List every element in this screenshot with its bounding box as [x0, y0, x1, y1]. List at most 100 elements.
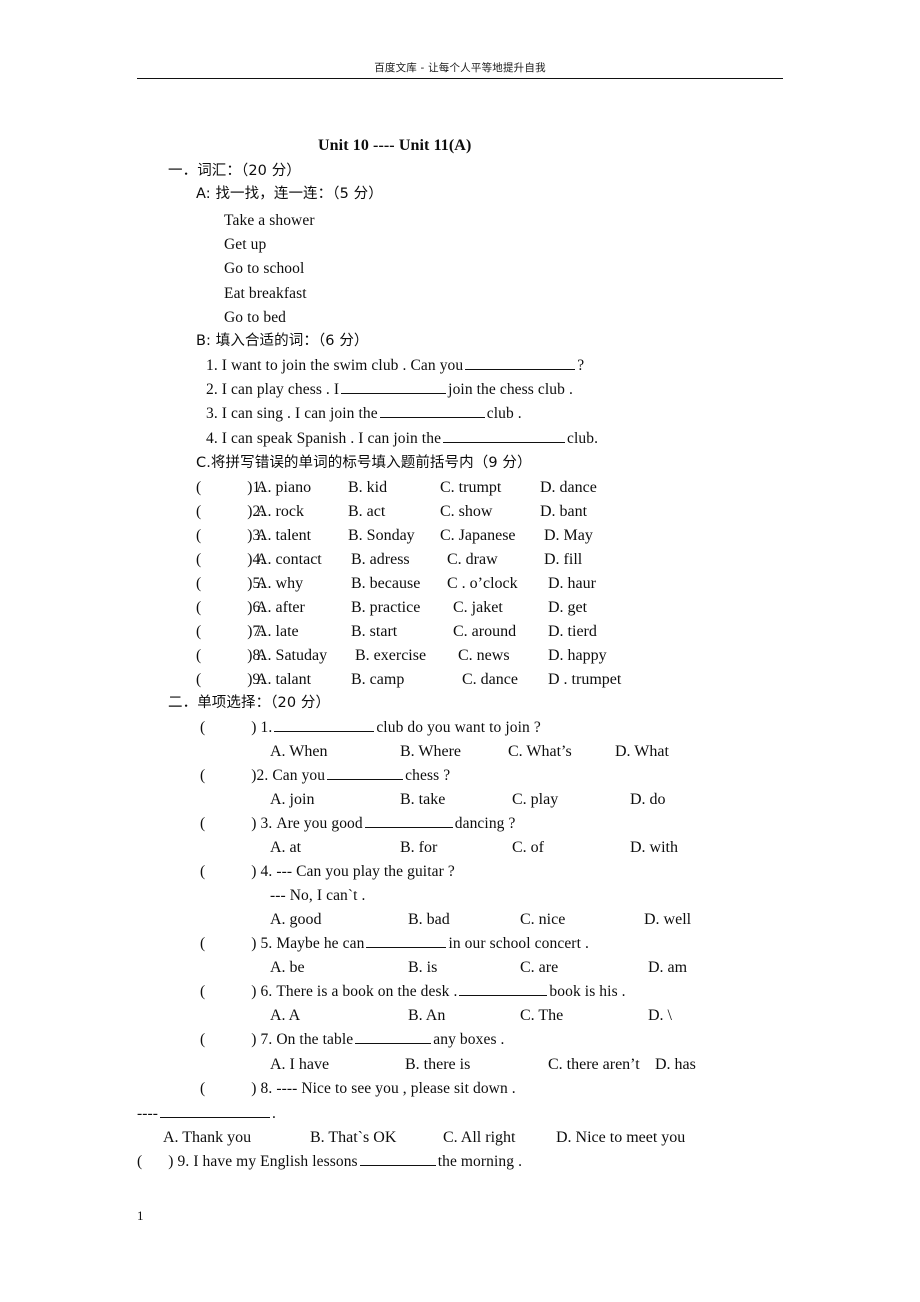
option-c[interactable]: C. The [520, 1007, 563, 1025]
option-a[interactable]: A. after [256, 599, 305, 617]
option-a[interactable]: A. A [270, 1007, 300, 1025]
answer-parenthesis[interactable]: ( [196, 623, 247, 640]
option-c[interactable]: C. news [458, 647, 510, 665]
option-c[interactable]: C. All right [443, 1129, 515, 1147]
answer-blank[interactable] [459, 983, 548, 996]
option-c[interactable]: C. What’s [508, 743, 572, 761]
answer-parenthesis[interactable]: ( [200, 1031, 251, 1048]
option-a[interactable]: A. piano [256, 479, 311, 497]
option-b[interactable]: B. for [400, 839, 437, 857]
option-b[interactable]: B. practice [351, 599, 420, 617]
option-a[interactable]: A. be [270, 959, 305, 977]
option-d[interactable]: D . trumpet [548, 671, 621, 689]
option-b[interactable]: B. Where [400, 743, 461, 761]
option-d[interactable]: D. haur [548, 575, 596, 593]
option-d[interactable]: D. What [615, 743, 669, 761]
option-d[interactable]: D. am [648, 959, 687, 977]
option-c[interactable]: C. show [440, 503, 492, 521]
answer-parenthesis[interactable]: ( [200, 935, 251, 952]
option-a[interactable]: A. Thank you [163, 1129, 251, 1147]
question-text-tail: club. [567, 430, 599, 447]
answer-parenthesis[interactable]: ( [196, 479, 247, 496]
answer-parenthesis[interactable]: ( [196, 599, 247, 616]
fill-blank-question: 2. I can play chess . I join the chess cl… [206, 381, 573, 398]
answer-blank[interactable] [443, 430, 566, 443]
option-c[interactable]: C. play [512, 791, 558, 809]
option-d[interactable]: D. dance [540, 479, 597, 497]
answer-blank[interactable] [465, 357, 576, 370]
option-d[interactable]: D. tierd [548, 623, 597, 641]
option-b[interactable]: B. take [400, 791, 445, 809]
option-d[interactable]: D. get [548, 599, 587, 617]
answer-blank[interactable] [379, 405, 485, 418]
option-d[interactable]: D. May [544, 527, 593, 545]
answer-parenthesis[interactable]: ( [137, 1153, 168, 1170]
option-c[interactable]: C. around [453, 623, 516, 641]
answer-blank[interactable] [274, 719, 375, 732]
option-c[interactable]: C. dance [462, 671, 518, 689]
answer-blank[interactable] [327, 767, 404, 780]
option-b[interactable]: B. because [351, 575, 420, 593]
option-d[interactable]: D. happy [548, 647, 607, 665]
option-a[interactable]: A. rock [256, 503, 304, 521]
option-c[interactable]: C. nice [520, 911, 565, 929]
option-d[interactable]: D. Nice to meet you [556, 1129, 685, 1147]
option-c[interactable]: C . o’clock [447, 575, 518, 593]
option-d[interactable]: D. has [655, 1056, 696, 1074]
option-c[interactable]: C. of [512, 839, 544, 857]
option-c[interactable]: C. there aren’t [548, 1056, 640, 1074]
option-d[interactable]: D. bant [540, 503, 587, 521]
answer-blank[interactable] [366, 935, 447, 948]
option-b[interactable]: B. An [408, 1007, 445, 1025]
option-c[interactable]: C. are [520, 959, 558, 977]
option-d[interactable]: D. do [630, 791, 666, 809]
answer-parenthesis[interactable]: ( [196, 647, 247, 664]
option-a[interactable]: A. I have [270, 1056, 329, 1074]
answer-blank[interactable] [359, 1153, 436, 1166]
answer-parenthesis[interactable]: ( [196, 551, 247, 568]
option-b[interactable]: B. exercise [355, 647, 426, 665]
option-b[interactable]: B. act [348, 503, 385, 521]
option-b[interactable]: B. there is [405, 1056, 470, 1074]
option-a[interactable]: A. contact [256, 551, 322, 569]
option-c[interactable]: C. jaket [453, 599, 503, 617]
answer-parenthesis[interactable]: ( [200, 863, 251, 880]
option-a[interactable]: A. talent [256, 527, 311, 545]
option-b[interactable]: B. That`s OK [310, 1129, 396, 1147]
option-b[interactable]: B. camp [351, 671, 404, 689]
answer-parenthesis[interactable]: ( [200, 1080, 251, 1097]
answer-parenthesis[interactable]: ( [200, 815, 251, 832]
answer-parenthesis[interactable]: ( [200, 983, 251, 1000]
option-b[interactable]: B. start [351, 623, 397, 641]
option-c[interactable]: C. draw [447, 551, 498, 569]
option-b[interactable]: B. bad [408, 911, 450, 929]
option-d[interactable]: D. well [644, 911, 691, 929]
answer-parenthesis[interactable]: ( [196, 671, 247, 688]
answer-blank[interactable] [341, 381, 447, 394]
option-b[interactable]: B. adress [351, 551, 410, 569]
option-d[interactable]: D. fill [544, 551, 582, 569]
option-a[interactable]: A. Satuday [256, 647, 327, 665]
option-d[interactable]: D. with [630, 839, 678, 857]
answer-blank[interactable] [160, 1105, 271, 1118]
option-b[interactable]: B. is [408, 959, 437, 977]
answer-blank[interactable] [355, 1031, 432, 1044]
option-d[interactable]: D. \ [648, 1007, 672, 1025]
option-a[interactable]: A. at [270, 839, 301, 857]
option-c[interactable]: C. Japanese [440, 527, 516, 545]
option-b[interactable]: B. Sonday [348, 527, 415, 545]
option-b[interactable]: B. kid [348, 479, 387, 497]
option-c[interactable]: C. trumpt [440, 479, 501, 497]
option-a[interactable]: A. good [270, 911, 322, 929]
answer-blank[interactable] [364, 815, 453, 828]
option-a[interactable]: A. why [256, 575, 303, 593]
option-a[interactable]: A. late [256, 623, 299, 641]
option-a[interactable]: A. join [270, 791, 314, 809]
answer-parenthesis[interactable]: ( [196, 575, 247, 592]
option-a[interactable]: A. When [270, 743, 327, 761]
answer-parenthesis[interactable]: ( [196, 527, 247, 544]
option-a[interactable]: A. talant [256, 671, 311, 689]
answer-parenthesis[interactable]: ( [200, 767, 251, 784]
answer-parenthesis[interactable]: ( [200, 719, 251, 736]
answer-parenthesis[interactable]: ( [196, 503, 247, 520]
